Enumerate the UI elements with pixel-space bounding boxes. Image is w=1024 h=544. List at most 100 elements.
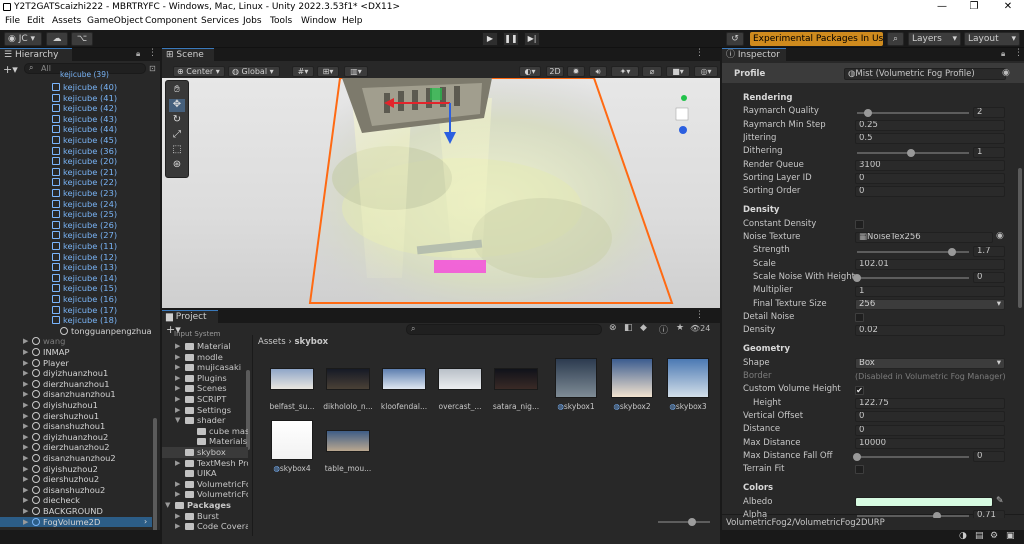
hierarchy-row[interactable]: ▶ FogVolume2D › (0, 516, 152, 528)
hierarchy-row[interactable]: ▶ disanzhuanzhou2 (0, 453, 152, 464)
transform-tool-icon[interactable]: ⊛ (169, 159, 185, 172)
expand-arrow-icon[interactable]: ▶ (23, 368, 28, 379)
info-icon[interactable]: ⓘ (659, 323, 668, 336)
expand-arrow-icon[interactable]: ▶ (23, 336, 28, 347)
expand-arrow-icon[interactable]: ▶ (23, 464, 28, 475)
filter-icon[interactable]: ◧ (624, 323, 633, 333)
icon-size-slider-knob[interactable] (688, 518, 696, 526)
hierarchy-row[interactable]: kejicube (20) (0, 156, 152, 167)
expand-arrow-icon[interactable]: ▶ (23, 506, 28, 517)
asset-thumbnail[interactable] (326, 368, 370, 390)
project-folder-item[interactable]: ▶ Plugins (162, 373, 248, 384)
expand-arrow-icon[interactable]: ▼ (175, 415, 180, 426)
audio-icon[interactable]: 🔊︎ (589, 66, 607, 77)
hierarchy-row[interactable]: ▶ diershuzhou2 (0, 474, 152, 485)
label-icon[interactable]: ◆ (640, 323, 647, 333)
project-folder-item[interactable]: ▶ VolumetricFog (162, 479, 248, 490)
project-folder-item[interactable]: ▶ modle (162, 352, 248, 363)
hierarchy-row[interactable]: kejicube (23) (0, 188, 152, 199)
lock-icon[interactable]: 🔒︎ (136, 49, 140, 59)
hierarchy-row[interactable]: ▶ disanzhuanzhou1 (0, 389, 152, 400)
hierarchy-row[interactable]: ▶ diyishuzhou1 (0, 400, 152, 411)
expand-arrow-icon[interactable]: ▶ (23, 421, 28, 432)
expand-arrow-icon[interactable]: ▶ (23, 517, 28, 528)
add-button[interactable]: +▾ (3, 63, 18, 76)
expand-arrow-icon[interactable]: ▶ (175, 352, 180, 363)
menu-edit[interactable]: Edit (27, 16, 44, 26)
hierarchy-row[interactable]: kejicube (44) (0, 124, 152, 135)
expand-arrow-icon[interactable]: ▶ (23, 411, 28, 422)
project-folder-item[interactable]: ▶ mujicasaki (162, 362, 248, 373)
menu-file[interactable]: File (5, 16, 20, 26)
cache-icon[interactable]: ▤ (975, 531, 984, 541)
expand-arrow-icon[interactable]: ▶ (175, 373, 180, 384)
hierarchy-row[interactable]: ▶ diecheck (0, 495, 152, 506)
hierarchy-row[interactable]: ▶ diyizhuanzhou1 (0, 368, 152, 379)
asset-thumbnail[interactable] (326, 430, 370, 452)
tab-scene[interactable]: ⊞ Scene (162, 48, 214, 61)
experimental-packages-button[interactable]: Experimental Packages In Use ▾ (750, 32, 883, 46)
tab-project[interactable]: ▆ Project (162, 310, 218, 323)
asset-thumbnail[interactable] (438, 368, 482, 390)
play-button[interactable]: ▶ (482, 32, 498, 46)
project-folder-item[interactable]: ▶ TextMesh Pro (162, 458, 248, 469)
favorite-icon[interactable]: ★ (676, 323, 684, 333)
hierarchy-row[interactable]: ▶ wang (0, 336, 152, 347)
layout-dropdown[interactable]: Layout ▾ (964, 32, 1020, 46)
expand-arrow-icon[interactable]: ▶ (23, 347, 28, 358)
kebab-menu-icon[interactable]: ⋮ (148, 48, 157, 58)
step-button[interactable]: ▶| (524, 32, 540, 46)
expand-arrow-icon[interactable]: ▶ (23, 432, 28, 443)
project-folder-item[interactable]: ▶ VolumetricFog (162, 489, 248, 500)
project-folder-item[interactable]: ▼ Packages (162, 500, 248, 511)
asset-thumbnail[interactable] (382, 368, 426, 390)
project-folder-item[interactable]: ▶ Code Coverage (162, 521, 248, 531)
hierarchy-row[interactable]: kejicube (15) (0, 283, 152, 294)
hierarchy-row[interactable]: kejicube (21) (0, 167, 152, 178)
hidden-objects-icon[interactable]: ⌀ (642, 66, 662, 77)
hierarchy-row[interactable]: ▶ INMAP (0, 347, 152, 358)
hierarchy-row[interactable]: kejicube (13) (0, 262, 152, 273)
project-folder-item[interactable]: ▶ SCRIPT (162, 394, 248, 405)
expand-arrow-icon[interactable]: ▶ (175, 489, 180, 500)
close-icon[interactable]: ✕ (998, 1, 1018, 12)
menu-jobs[interactable]: Jobs (243, 16, 262, 26)
project-folder-item[interactable]: UIKA (162, 468, 248, 479)
chevron-right-icon[interactable]: › (144, 517, 147, 528)
collab-icon[interactable]: ⌥ (71, 32, 93, 46)
kebab-menu-icon[interactable]: ⋮ (695, 310, 704, 320)
asset-thumbnail[interactable] (494, 368, 538, 390)
expand-arrow-icon[interactable]: ▶ (23, 485, 28, 496)
asset-thumbnail[interactable] (667, 358, 709, 398)
hierarchy-row[interactable]: ▶ Player (0, 358, 152, 369)
toggle-2d-button[interactable]: 2D (546, 66, 564, 77)
project-folder-item[interactable]: ▶ Burst (162, 511, 248, 522)
lock-icon[interactable]: 🔒︎ (1001, 49, 1005, 59)
inspector-scrollbar[interactable] (1018, 168, 1022, 308)
history-icon[interactable]: ↺ (726, 32, 744, 46)
hierarchy-row[interactable]: kejicube (25) (0, 209, 152, 220)
hierarchy-row[interactable]: kejicube (16) (0, 294, 152, 305)
menu-window[interactable]: Window (301, 16, 337, 26)
expand-arrow-icon[interactable]: ▶ (23, 358, 28, 369)
kebab-menu-icon[interactable]: ⋮ (695, 48, 704, 58)
menu-component[interactable]: Component (145, 16, 197, 26)
pivot-dropdown[interactable]: ⊕ Center ▾ (173, 66, 225, 77)
hierarchy-row[interactable]: ▶ disanshuzhou2 (0, 485, 152, 496)
hierarchy-row[interactable]: kejicube (36) (0, 146, 152, 157)
hierarchy-row[interactable]: ▶ disanshuzhou1 (0, 421, 152, 432)
layers-dropdown[interactable]: Layers ▾ (908, 32, 961, 46)
rect-tool-icon[interactable]: ⬚ (169, 144, 185, 157)
project-folder-item[interactable]: ▶ Settings (162, 405, 248, 416)
asset-thumbnail[interactable] (555, 358, 597, 398)
asset-thumbnail[interactable] (611, 358, 653, 398)
snap-settings-icon[interactable]: ⊞▾ (317, 66, 339, 77)
expand-arrow-icon[interactable]: ▶ (23, 389, 28, 400)
hierarchy-row[interactable]: kejicube (40) (0, 82, 152, 93)
hand-tool-icon[interactable]: ✋︎ (169, 84, 185, 97)
hierarchy-row[interactable]: ▶ diyishuzhou2 (0, 464, 152, 475)
icon-size-slider[interactable] (658, 521, 710, 523)
hierarchy-row[interactable]: kejicube (24) (0, 199, 152, 210)
space-dropdown[interactable]: ◍ Global ▾ (228, 66, 280, 77)
hierarchy-row[interactable]: kejicube (27) (0, 230, 152, 241)
